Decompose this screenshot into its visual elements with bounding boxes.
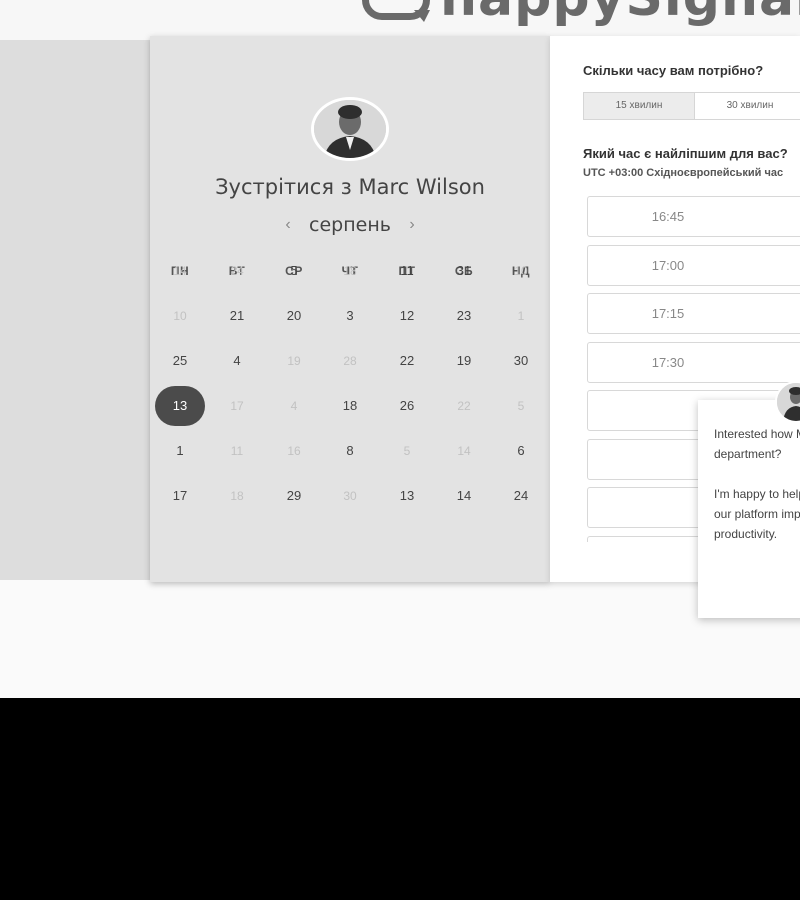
day-cell: 18	[230, 489, 244, 503]
day-cell: 24	[230, 264, 244, 278]
day-cell[interactable]: 30	[501, 341, 541, 381]
day-cell[interactable]: 13	[387, 476, 427, 516]
host-title: Зустрітися з Marc Wilson	[215, 175, 485, 199]
time-slot-label: 16:45	[651, 209, 685, 224]
day-cell[interactable]: 21	[217, 296, 257, 336]
duration-tabs: 15 хвилин 30 хвилин	[583, 92, 800, 120]
host-avatar	[311, 97, 389, 161]
logo-band: happySignals	[0, 0, 800, 36]
day-cell[interactable]: 31	[444, 251, 484, 291]
day-cell: 28	[343, 354, 357, 368]
day-cell: 11	[230, 444, 244, 458]
time-slot-button[interactable]: 16:45	[587, 196, 800, 237]
day-cell[interactable]: 19	[444, 341, 484, 381]
time-question: Який час є найліпшим для вас?	[583, 146, 788, 161]
day-cell[interactable]: 18	[330, 386, 370, 426]
time-slot-button[interactable]: 17:00	[587, 244, 800, 286]
logo-icon-tail	[414, 10, 430, 22]
day-cell[interactable]: 29	[274, 476, 314, 516]
day-cell: 4	[290, 399, 298, 413]
next-month-chevron-icon[interactable]: ›	[402, 214, 422, 236]
day-cell: 14	[457, 444, 471, 458]
chat-message: Interested how Management department? I'…	[714, 427, 800, 541]
time-slot-button[interactable]: 17:15	[587, 293, 800, 334]
day-cell[interactable]: 8	[330, 431, 370, 471]
time-slot-button[interactable]: 17:30	[587, 341, 800, 383]
day-cell[interactable]: 20	[274, 296, 314, 336]
day-cell[interactable]: 14	[444, 476, 484, 516]
day-cell: 30	[343, 489, 357, 503]
day-cell[interactable]: 6	[501, 431, 541, 471]
time-slot-label: 17:30	[651, 354, 685, 370]
day-cell[interactable]: 24	[501, 476, 541, 516]
black-bar	[0, 698, 800, 900]
day-cell: 5	[517, 399, 525, 413]
day-cell: 16	[287, 444, 301, 458]
day-cell: 22	[457, 399, 471, 413]
page-background	[0, 580, 800, 698]
day-cell: 19	[287, 354, 301, 368]
day-cell-selected[interactable]: 13	[155, 386, 205, 426]
time-slot-label: 17:00	[651, 257, 685, 273]
day-cell[interactable]: 26	[387, 386, 427, 426]
timezone-label: UTC +03:00 Східноєвропейський час	[583, 167, 784, 179]
month-label: серпень	[309, 214, 391, 236]
day-cell[interactable]: 1	[160, 431, 200, 471]
day-cell[interactable]: 5	[274, 251, 314, 291]
day-cell[interactable]: 23	[444, 296, 484, 336]
calendar-panel: Зустрітися з Marc Wilson ‹ серпень › ПН В…	[150, 36, 550, 582]
day-cell[interactable]: 25	[160, 341, 200, 381]
day-cell: 17	[230, 399, 244, 413]
background-band	[0, 40, 150, 580]
chat-popup[interactable]: Interested how Management department? I'…	[698, 400, 800, 618]
day-cell[interactable]: 3	[330, 296, 370, 336]
duration-question: Скільки часу вам потрібно?	[583, 63, 764, 78]
month-navigation: ‹ серпень ›	[150, 214, 550, 238]
day-cell[interactable]: 4	[217, 341, 257, 381]
duration-tab[interactable]: 30 хвилин	[694, 93, 800, 119]
day-cell: 5	[403, 444, 411, 458]
day-cell: 10	[514, 264, 528, 278]
logo-text: happySignals	[440, 0, 800, 28]
duration-tab[interactable]: 15 хвилин	[584, 93, 694, 119]
day-cell[interactable]: 22	[387, 341, 427, 381]
day-cell: 10	[173, 309, 187, 323]
day-cell: 1	[517, 309, 525, 323]
day-cell: 14	[173, 264, 187, 278]
time-slot-label: 17:15	[651, 306, 685, 321]
day-cell[interactable]: 12	[387, 296, 427, 336]
day-cell: 18	[343, 264, 357, 278]
day-cell[interactable]: 11	[387, 251, 427, 291]
day-cell[interactable]: 17	[160, 476, 200, 516]
